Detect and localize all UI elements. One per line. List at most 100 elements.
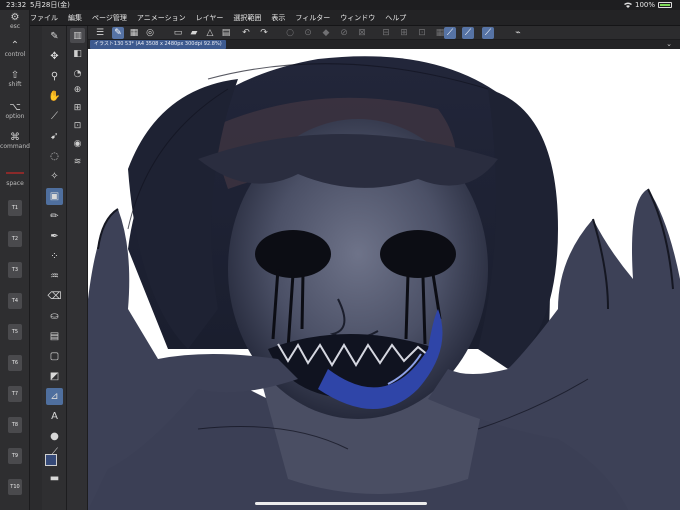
eraser-icon[interactable]: ⌫ <box>46 288 63 305</box>
app-window: 23:32 5月28日(金) 100% ファイル 編集 ページ管理 アニメーショ… <box>0 0 680 510</box>
ruler-icon[interactable]: ⊿ <box>46 388 63 405</box>
menu-selection[interactable]: 選択範囲 <box>233 10 261 26</box>
chevron-down-icon[interactable]: ⌄ <box>666 40 672 49</box>
select-all-icon[interactable]: ⊟ <box>380 27 392 39</box>
command-icon: ⌘ <box>10 132 20 143</box>
gear-icon: ⚙ <box>10 12 20 23</box>
brush-preset-1-icon[interactable]: ⟋ <box>444 27 456 39</box>
clear-icon[interactable]: ○ <box>284 27 296 39</box>
fkey-t9[interactable]: T9 <box>8 448 22 464</box>
space-key[interactable]: space <box>0 180 30 187</box>
fkey-t2[interactable]: T2 <box>8 231 22 247</box>
menu-edit[interactable]: 編集 <box>68 10 82 26</box>
pen-menu-icon[interactable]: ✎ <box>46 28 63 45</box>
hand-icon[interactable]: ✋ <box>46 88 63 105</box>
export-icon[interactable]: ▤ <box>220 27 232 39</box>
artwork <box>88 56 680 510</box>
menu-list: ファイル 編集 ページ管理 アニメーション レイヤー 選択範囲 表示 フィルター… <box>30 10 406 26</box>
menu-file[interactable]: ファイル <box>30 10 58 26</box>
shift-key[interactable]: ⇧ shift <box>0 70 30 88</box>
reference-icon[interactable]: ⊞ <box>70 100 85 115</box>
fkey-t4[interactable]: T4 <box>8 293 22 309</box>
fkey-t6[interactable]: T6 <box>8 355 22 371</box>
scale-icon[interactable]: ⊡ <box>416 27 428 39</box>
option-icon: ⌥ <box>9 102 21 113</box>
battery-percent: 100% <box>634 1 655 9</box>
fill-icon[interactable]: ◆ <box>320 27 332 39</box>
hamburger-icon[interactable]: ☰ <box>94 27 106 39</box>
move-icon[interactable]: ✥ <box>46 48 63 65</box>
fill-tool-icon[interactable]: ▣ <box>46 188 63 205</box>
canvas-tab[interactable]: イラスト130 53* (A4 3508 x 2480px 300dpi 92.… <box>90 40 226 49</box>
clock: 23:32 <box>6 1 27 9</box>
open-icon[interactable]: ▰ <box>188 27 200 39</box>
fkey-t5[interactable]: T5 <box>8 324 22 340</box>
menu-animation[interactable]: アニメーション <box>137 10 186 26</box>
pencil-icon[interactable]: ✏ <box>46 208 63 225</box>
command-key[interactable]: ⌘ command <box>0 132 30 150</box>
crop-icon[interactable]: ⊠ <box>356 27 368 39</box>
blend-icon[interactable]: ♒ <box>46 268 63 285</box>
undo-icon[interactable]: ↶ <box>240 27 252 39</box>
brush-preset-3-icon[interactable]: ⟋ <box>482 27 494 39</box>
sub-color-icon[interactable]: ▬ <box>46 470 63 487</box>
magic-wand-icon[interactable]: ✧ <box>46 168 63 185</box>
command-bar: ☰ ✎ ▦ ◎ ▭ ▰ △ ▤ ↶ ↷ ○ ⊙ ◆ ⊘ ⊠ ⊟ ⊞ ⊡ ▦ ⟋ … <box>88 26 680 40</box>
brush-size-icon[interactable]: ◔ <box>70 66 85 81</box>
canvas-tab-bar: イラスト130 53* (A4 3508 x 2480px 300dpi 92.… <box>88 40 680 49</box>
menu-bar: ファイル 編集 ページ管理 アニメーション レイヤー 選択範囲 表示 フィルター… <box>0 10 680 26</box>
fkey-t10[interactable]: T10 <box>8 479 22 495</box>
airbrush-icon[interactable]: ⁘ <box>46 248 63 265</box>
tool-property-icon[interactable]: ✎ <box>112 27 124 39</box>
esc-key[interactable]: ⚙ esc <box>0 12 30 30</box>
gradient-icon[interactable]: ▤ <box>46 328 63 345</box>
drawing-canvas[interactable] <box>88 49 680 510</box>
text-icon[interactable]: A <box>46 408 63 425</box>
option-key[interactable]: ⌥ option <box>0 102 30 120</box>
lasso-icon[interactable]: ◌ <box>46 148 63 165</box>
menu-help[interactable]: ヘルプ <box>385 10 406 26</box>
menu-page[interactable]: ページ管理 <box>92 10 127 26</box>
operation-icon[interactable]: ➹ <box>46 128 63 145</box>
control-key[interactable]: ⌃ control <box>0 40 30 58</box>
edge-keyboard-panel: ⚙ esc ⌃ control ⇧ shift ⌥ option ⌘ command sp… <box>0 10 30 510</box>
menu-view[interactable]: 表示 <box>271 10 285 26</box>
subtool-icon[interactable]: ▦ <box>128 27 140 39</box>
new-file-icon[interactable]: ▭ <box>172 27 184 39</box>
fkey-t1[interactable]: T1 <box>8 200 22 216</box>
shift-icon: ⇧ <box>10 70 20 81</box>
invert-icon[interactable]: ⊘ <box>338 27 350 39</box>
layer-stack-icon[interactable]: ≋ <box>70 154 85 169</box>
navigator-icon[interactable]: ◉ <box>70 136 85 151</box>
main-color-swatch[interactable] <box>45 454 57 466</box>
frame-icon[interactable]: ◩ <box>46 368 63 385</box>
control-icon: ⌃ <box>10 40 20 51</box>
menu-layer[interactable]: レイヤー <box>196 10 224 26</box>
save-icon[interactable]: △ <box>204 27 216 39</box>
tool-palette: ✎ ✥ ⚲ ✋ ⟋ ➹ ◌ ✧ ▣ ✏ ✒ ⁘ ♒ ⌫ ⛀ ▤ ▢ ◩ ⊿ A … <box>42 26 67 510</box>
stabilizer-icon[interactable]: ⊕ <box>70 82 85 97</box>
home-indicator[interactable] <box>255 502 427 505</box>
brush-preset-2-icon[interactable]: ⟋ <box>462 27 474 39</box>
redo-icon[interactable]: ↷ <box>258 27 270 39</box>
figure-icon[interactable]: ▢ <box>46 348 63 365</box>
divider <box>6 172 24 174</box>
transform-icon[interactable]: ⊡ <box>70 118 85 133</box>
subtool-menu-icon[interactable]: ▥ <box>70 28 85 43</box>
eyedropper-icon[interactable]: ⟋ <box>46 108 63 125</box>
transform-icon-2[interactable]: ⊞ <box>398 27 410 39</box>
deselect-icon[interactable]: ⊙ <box>302 27 314 39</box>
fkey-t3[interactable]: T3 <box>8 262 22 278</box>
pen-icon[interactable]: ✒ <box>46 228 63 245</box>
wifi-icon <box>623 2 632 8</box>
fkey-t7[interactable]: T7 <box>8 386 22 402</box>
menu-filter[interactable]: フィルター <box>295 10 330 26</box>
menu-window[interactable]: ウィンドウ <box>340 10 375 26</box>
zoom-icon[interactable]: ⚲ <box>46 68 63 85</box>
bucket-icon[interactable]: ⛀ <box>46 308 63 325</box>
settings-icon[interactable]: ⌁ <box>512 27 524 39</box>
balloon-icon[interactable]: ● <box>46 428 63 445</box>
color-wheel-icon[interactable]: ◎ <box>144 27 156 39</box>
layer-icon[interactable]: ◧ <box>70 46 85 61</box>
fkey-t8[interactable]: T8 <box>8 417 22 433</box>
